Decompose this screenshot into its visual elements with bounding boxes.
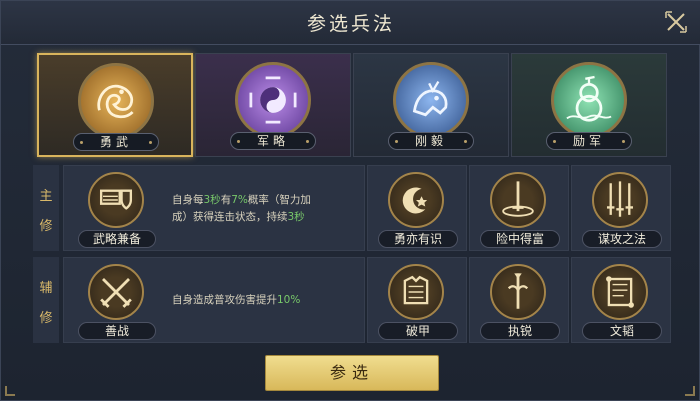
skill-name: 执锐 xyxy=(480,322,560,340)
skill-name: 善战 xyxy=(78,322,156,340)
crossed-swords-icon xyxy=(88,264,144,320)
scroll-shield-icon xyxy=(88,172,144,228)
section-label-aux: 辅 修 xyxy=(33,257,59,343)
category-label: 刚毅 xyxy=(388,132,474,150)
section-label-char: 辅 xyxy=(39,281,53,296)
beast-emblem-icon xyxy=(393,62,469,138)
spear-icon xyxy=(490,264,546,320)
aux-option-slot[interactable]: 破甲 xyxy=(367,257,467,343)
aux-primary-slot[interactable]: 善战 自身造成普攻伤害提升10% xyxy=(63,257,365,343)
skill-name: 谋攻之法 xyxy=(582,230,662,248)
skill-description: 自身每3秒有7%概率（智力加 成）获得连击状态，持续3秒 xyxy=(172,194,311,223)
triple-swords-icon xyxy=(592,172,648,228)
gourd-emblem-icon xyxy=(551,62,627,138)
bagua-emblem-icon xyxy=(235,62,311,138)
main-primary-slot[interactable]: 武略兼备 自身每3秒有7%概率（智力加 成）获得连击状态，持续3秒 xyxy=(63,165,365,251)
skill-name: 险中得富 xyxy=(480,230,560,248)
category-card-yongwu[interactable]: 勇武 xyxy=(37,53,193,157)
category-label: 励军 xyxy=(546,132,632,150)
main-option-slot[interactable]: 谋攻之法 xyxy=(571,165,671,251)
skill-description: 自身造成普攻伤害提升10% xyxy=(172,294,301,306)
main-cultivation-section: 主 修 武略兼备 自身每3秒有7%概率（智力加 成）获得连击状态，持续3秒 勇亦… xyxy=(33,165,671,251)
category-card-lijun[interactable]: 励军 xyxy=(511,53,667,157)
aux-cultivation-section: 辅 修 善战 自身造成普攻伤害提升10% 破甲 执锐 文韬 xyxy=(33,257,671,343)
category-card-junlue[interactable]: 军略 xyxy=(195,53,351,157)
skill-name: 文韬 xyxy=(582,322,662,340)
frame-corner xyxy=(685,386,695,396)
category-label: 勇武 xyxy=(73,133,159,151)
frame-corner xyxy=(5,386,15,396)
aux-option-slot[interactable]: 文韬 xyxy=(571,257,671,343)
close-icon[interactable] xyxy=(663,9,689,35)
category-label: 军略 xyxy=(230,132,316,150)
skill-name: 破甲 xyxy=(378,322,458,340)
skill-name: 勇亦有识 xyxy=(378,230,458,248)
sword-ring-icon xyxy=(490,172,546,228)
section-label-char: 主 xyxy=(39,189,53,204)
dragon-emblem-icon xyxy=(78,63,154,139)
section-label-main: 主 修 xyxy=(33,165,59,251)
title-bar: 参选兵法 xyxy=(1,1,700,45)
scroll-icon xyxy=(592,264,648,320)
main-option-slot[interactable]: 险中得富 xyxy=(469,165,569,251)
confirm-button[interactable]: 参选 xyxy=(265,355,439,391)
section-label-char: 修 xyxy=(39,311,53,326)
main-option-slot[interactable]: 勇亦有识 xyxy=(367,165,467,251)
aux-option-slot[interactable]: 执锐 xyxy=(469,257,569,343)
page-title: 参选兵法 xyxy=(306,13,395,35)
section-label-char: 修 xyxy=(39,219,53,234)
strategy-panel: 参选兵法 勇武 军略 刚毅 励军 主 修 武略兼备 自身每3秒有7%概率（智力加… xyxy=(0,0,700,401)
crescent-star-icon xyxy=(388,172,444,228)
skill-name: 武略兼备 xyxy=(78,230,156,248)
category-tabs: 勇武 军略 刚毅 励军 xyxy=(37,53,669,157)
category-card-gangyi[interactable]: 刚毅 xyxy=(353,53,509,157)
armor-icon xyxy=(388,264,444,320)
